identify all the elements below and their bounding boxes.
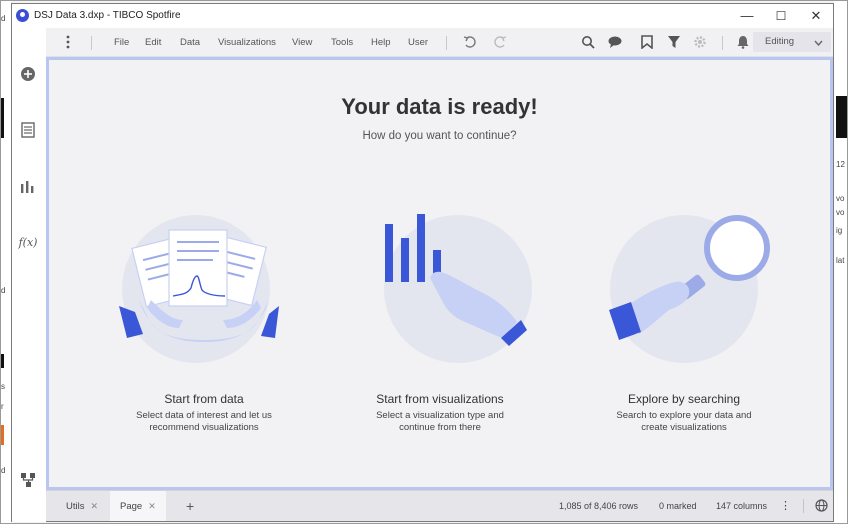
menu-file[interactable]: File [114, 37, 129, 48]
background-fragment: vo [836, 194, 845, 203]
toolbar-divider [91, 36, 92, 50]
card-description-line: Select data of interest and let us [136, 410, 272, 421]
column-count[interactable]: 147 columns [716, 501, 767, 511]
redo-icon[interactable] [492, 34, 508, 50]
menu-help[interactable]: Help [371, 37, 391, 48]
background-app-left: d d s r d [0, 0, 11, 524]
spotfire-window: DSJ Data 3.dxp - TIBCO Spotfire — ☐ ✕ f(… [11, 3, 834, 522]
more-options-button[interactable]: ⋮ [780, 499, 791, 512]
menu-edit[interactable]: Edit [145, 37, 161, 48]
background-fragment: lat [836, 256, 845, 265]
left-rail: f(x) [12, 28, 46, 522]
flow-icon[interactable] [19, 471, 37, 489]
menu-tools[interactable]: Tools [331, 37, 353, 48]
add-icon[interactable] [19, 65, 37, 83]
data-table-icon[interactable] [19, 121, 37, 139]
card-title: Start from data [164, 392, 244, 406]
main-canvas: Your data is ready! How do you want to c… [46, 57, 833, 490]
tab-label: Utils [66, 501, 85, 512]
background-fragment: d [1, 286, 6, 295]
menu-view[interactable]: View [292, 37, 312, 48]
more-vert-icon[interactable] [60, 34, 76, 50]
page-title: Your data is ready! [341, 94, 538, 119]
toolbar: File Edit Data Visualizations View Tools… [46, 28, 833, 57]
window-title: DSJ Data 3.dxp - TIBCO Spotfire [34, 10, 181, 21]
title-bar: DSJ Data 3.dxp - TIBCO Spotfire — ☐ ✕ [12, 4, 833, 28]
status-divider [803, 499, 804, 513]
card-description: Search to explore your data and create v… [589, 410, 779, 434]
marked-count[interactable]: 0 marked [659, 501, 697, 511]
row-count[interactable]: 1,085 of 8,406 rows [559, 501, 638, 511]
background-bar [0, 98, 4, 138]
settings-icon[interactable] [692, 34, 708, 50]
comment-icon[interactable] [608, 34, 624, 50]
magnifier-hand-illustration [609, 215, 770, 363]
tab-page[interactable]: Page ✕ [110, 491, 166, 521]
explore-by-searching-card[interactable]: Explore by searching Search to explore y… [589, 210, 779, 440]
card-title: Start from visualizations [376, 392, 504, 406]
spotfire-logo-icon [16, 9, 29, 22]
tab-label: Page [120, 501, 143, 512]
menu-visualizations[interactable]: Visualizations [218, 37, 276, 48]
background-fragment: ig [836, 226, 843, 235]
bar-chart-icon[interactable] [19, 177, 37, 195]
card-description: Select a visualization type and continue… [345, 410, 535, 434]
card-description-line: Search to explore your data and [616, 410, 752, 421]
minimize-button[interactable]: — [730, 6, 764, 26]
page-subtitle: How do you want to continue? [362, 130, 517, 142]
start-from-data-card[interactable]: Start from data Select data of interest … [109, 210, 299, 440]
menu-user[interactable]: User [408, 37, 428, 48]
status-bar: Utils ✕ Page ✕ + 1,085 of 8,406 rows 0 mar… [46, 490, 833, 521]
background-fragment: d [1, 466, 6, 475]
bookmark-icon[interactable] [639, 34, 655, 50]
card-description-line: create visualizations [641, 422, 727, 433]
card-description: Select data of interest and let us recom… [109, 410, 299, 434]
globe-icon[interactable] [815, 499, 828, 514]
card-title: Explore by searching [627, 392, 741, 406]
background-fragment: r [1, 402, 4, 411]
background-app-right: 12 vo vo ig lat [834, 0, 848, 524]
background-bar [836, 96, 848, 138]
search-icon[interactable] [580, 34, 596, 50]
tab-utils[interactable]: Utils ✕ [56, 491, 108, 521]
mode-select-value: Editing [765, 36, 795, 47]
background-fragment: 12 [836, 160, 845, 169]
start-from-visualizations-card[interactable]: Start from visualizations Select a visua… [345, 210, 535, 440]
mode-select[interactable]: Editing [753, 32, 831, 52]
background-fragment: d [1, 14, 6, 23]
close-icon[interactable]: ✕ [148, 501, 156, 511]
toolbar-divider [722, 36, 723, 50]
filter-icon[interactable] [666, 34, 682, 50]
data-documents-illustration [119, 215, 279, 363]
background-fragment: s [1, 382, 5, 391]
function-icon[interactable]: f(x) [19, 233, 38, 251]
add-page-button[interactable]: + [186, 491, 194, 521]
chevron-down-icon [814, 32, 823, 52]
close-button[interactable]: ✕ [799, 6, 833, 26]
background-bar [0, 425, 4, 445]
toolbar-divider [446, 36, 447, 50]
maximize-button[interactable]: ☐ [764, 6, 798, 26]
card-description-line: continue from there [399, 422, 481, 433]
card-description-line: Select a visualization type and [376, 410, 504, 421]
card-description-line: recommend visualizations [149, 422, 259, 433]
bar-chart-hand-illustration [384, 214, 532, 363]
screen: d d s r d 12 vo vo ig lat DSJ Data 3.dxp… [0, 0, 848, 524]
background-fragment: vo [836, 208, 845, 217]
notification-icon[interactable] [735, 34, 751, 50]
undo-icon[interactable] [462, 34, 478, 50]
menu-data[interactable]: Data [180, 37, 200, 48]
close-icon[interactable]: ✕ [90, 501, 98, 511]
background-bar [0, 354, 4, 368]
